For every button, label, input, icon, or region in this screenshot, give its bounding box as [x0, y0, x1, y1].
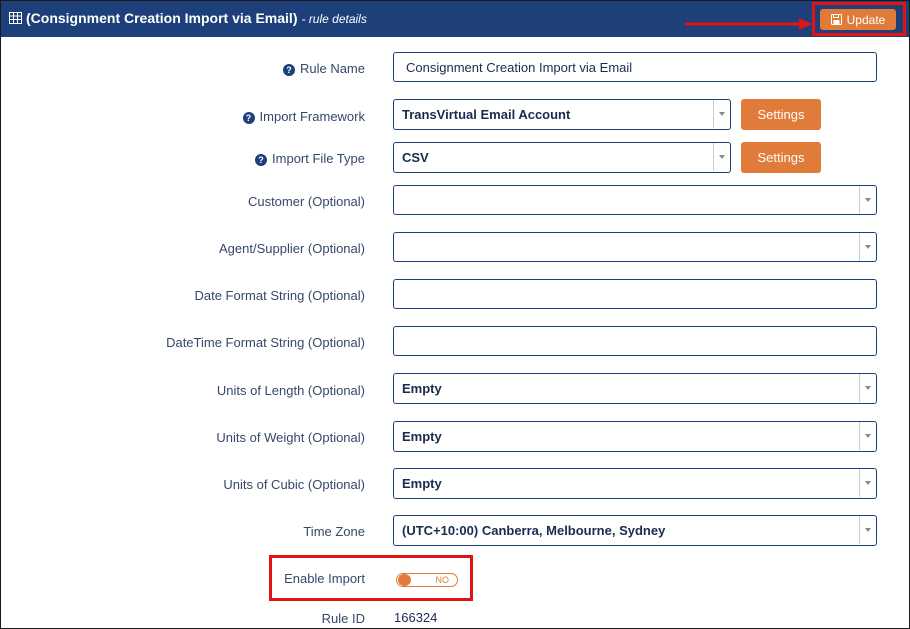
customer-label: Customer (Optional) — [247, 194, 365, 209]
import-file-type-select[interactable]: CSV — [393, 142, 731, 173]
datetime-format-input[interactable] — [393, 326, 877, 356]
units-weight-select[interactable]: Empty — [393, 421, 877, 452]
panel-title: (Consignment Creation Import via Email) -… — [9, 10, 367, 26]
panel-header: (Consignment Creation Import via Email) -… — [1, 1, 909, 37]
agent-supplier-label: Agent/Supplier (Optional) — [219, 241, 365, 256]
help-icon[interactable]: ? — [255, 154, 268, 166]
import-framework-select[interactable]: TransVirtual Email Account — [393, 99, 731, 130]
rule-name-input[interactable]: Consignment Creation Import via Email — [393, 52, 877, 82]
help-icon[interactable]: ? — [242, 112, 255, 124]
time-zone-select[interactable]: (UTC+10:00) Canberra, Melbourne, Sydney — [393, 515, 877, 546]
enable-import-highlight-box — [269, 555, 473, 601]
rule-id-label: Rule ID — [321, 611, 365, 626]
import-file-type-label: ? Import File Type — [255, 151, 365, 166]
date-format-label: Date Format String (Optional) — [194, 288, 365, 303]
help-icon[interactable]: ? — [282, 64, 295, 76]
date-format-input[interactable] — [393, 279, 877, 309]
import-framework-settings-button[interactable]: Settings — [741, 99, 821, 130]
update-highlight-box — [812, 2, 906, 36]
chevron-down-icon — [713, 143, 730, 171]
agent-supplier-select[interactable] — [393, 232, 877, 262]
chevron-down-icon — [859, 469, 876, 497]
customer-select[interactable] — [393, 185, 877, 215]
annotation-arrow — [685, 18, 812, 30]
rule-name-label: ? Rule Name — [282, 61, 365, 76]
chevron-down-icon — [859, 422, 876, 450]
import-file-type-settings-button[interactable]: Settings — [741, 142, 821, 173]
units-length-label: Units of Length (Optional) — [216, 383, 365, 398]
chevron-down-icon — [859, 233, 876, 261]
datetime-format-label: DateTime Format String (Optional) — [166, 335, 365, 350]
rule-details-panel: (Consignment Creation Import via Email) -… — [0, 0, 910, 629]
import-framework-label: ? Import Framework — [242, 109, 365, 124]
chevron-down-icon — [859, 516, 876, 544]
units-weight-label: Units of Weight (Optional) — [216, 430, 365, 445]
time-zone-label: Time Zone — [303, 524, 365, 539]
chevron-down-icon — [713, 100, 730, 128]
grid-icon — [9, 12, 22, 24]
page-subtitle: - rule details — [301, 12, 367, 26]
units-length-select[interactable]: Empty — [393, 373, 877, 404]
units-cubic-label: Units of Cubic (Optional) — [223, 477, 365, 492]
rule-id-value: 166324 — [394, 610, 438, 625]
chevron-down-icon — [859, 186, 876, 214]
page-title: (Consignment Creation Import via Email) — [26, 10, 298, 26]
units-cubic-select[interactable]: Empty — [393, 468, 877, 499]
chevron-down-icon — [859, 374, 876, 402]
